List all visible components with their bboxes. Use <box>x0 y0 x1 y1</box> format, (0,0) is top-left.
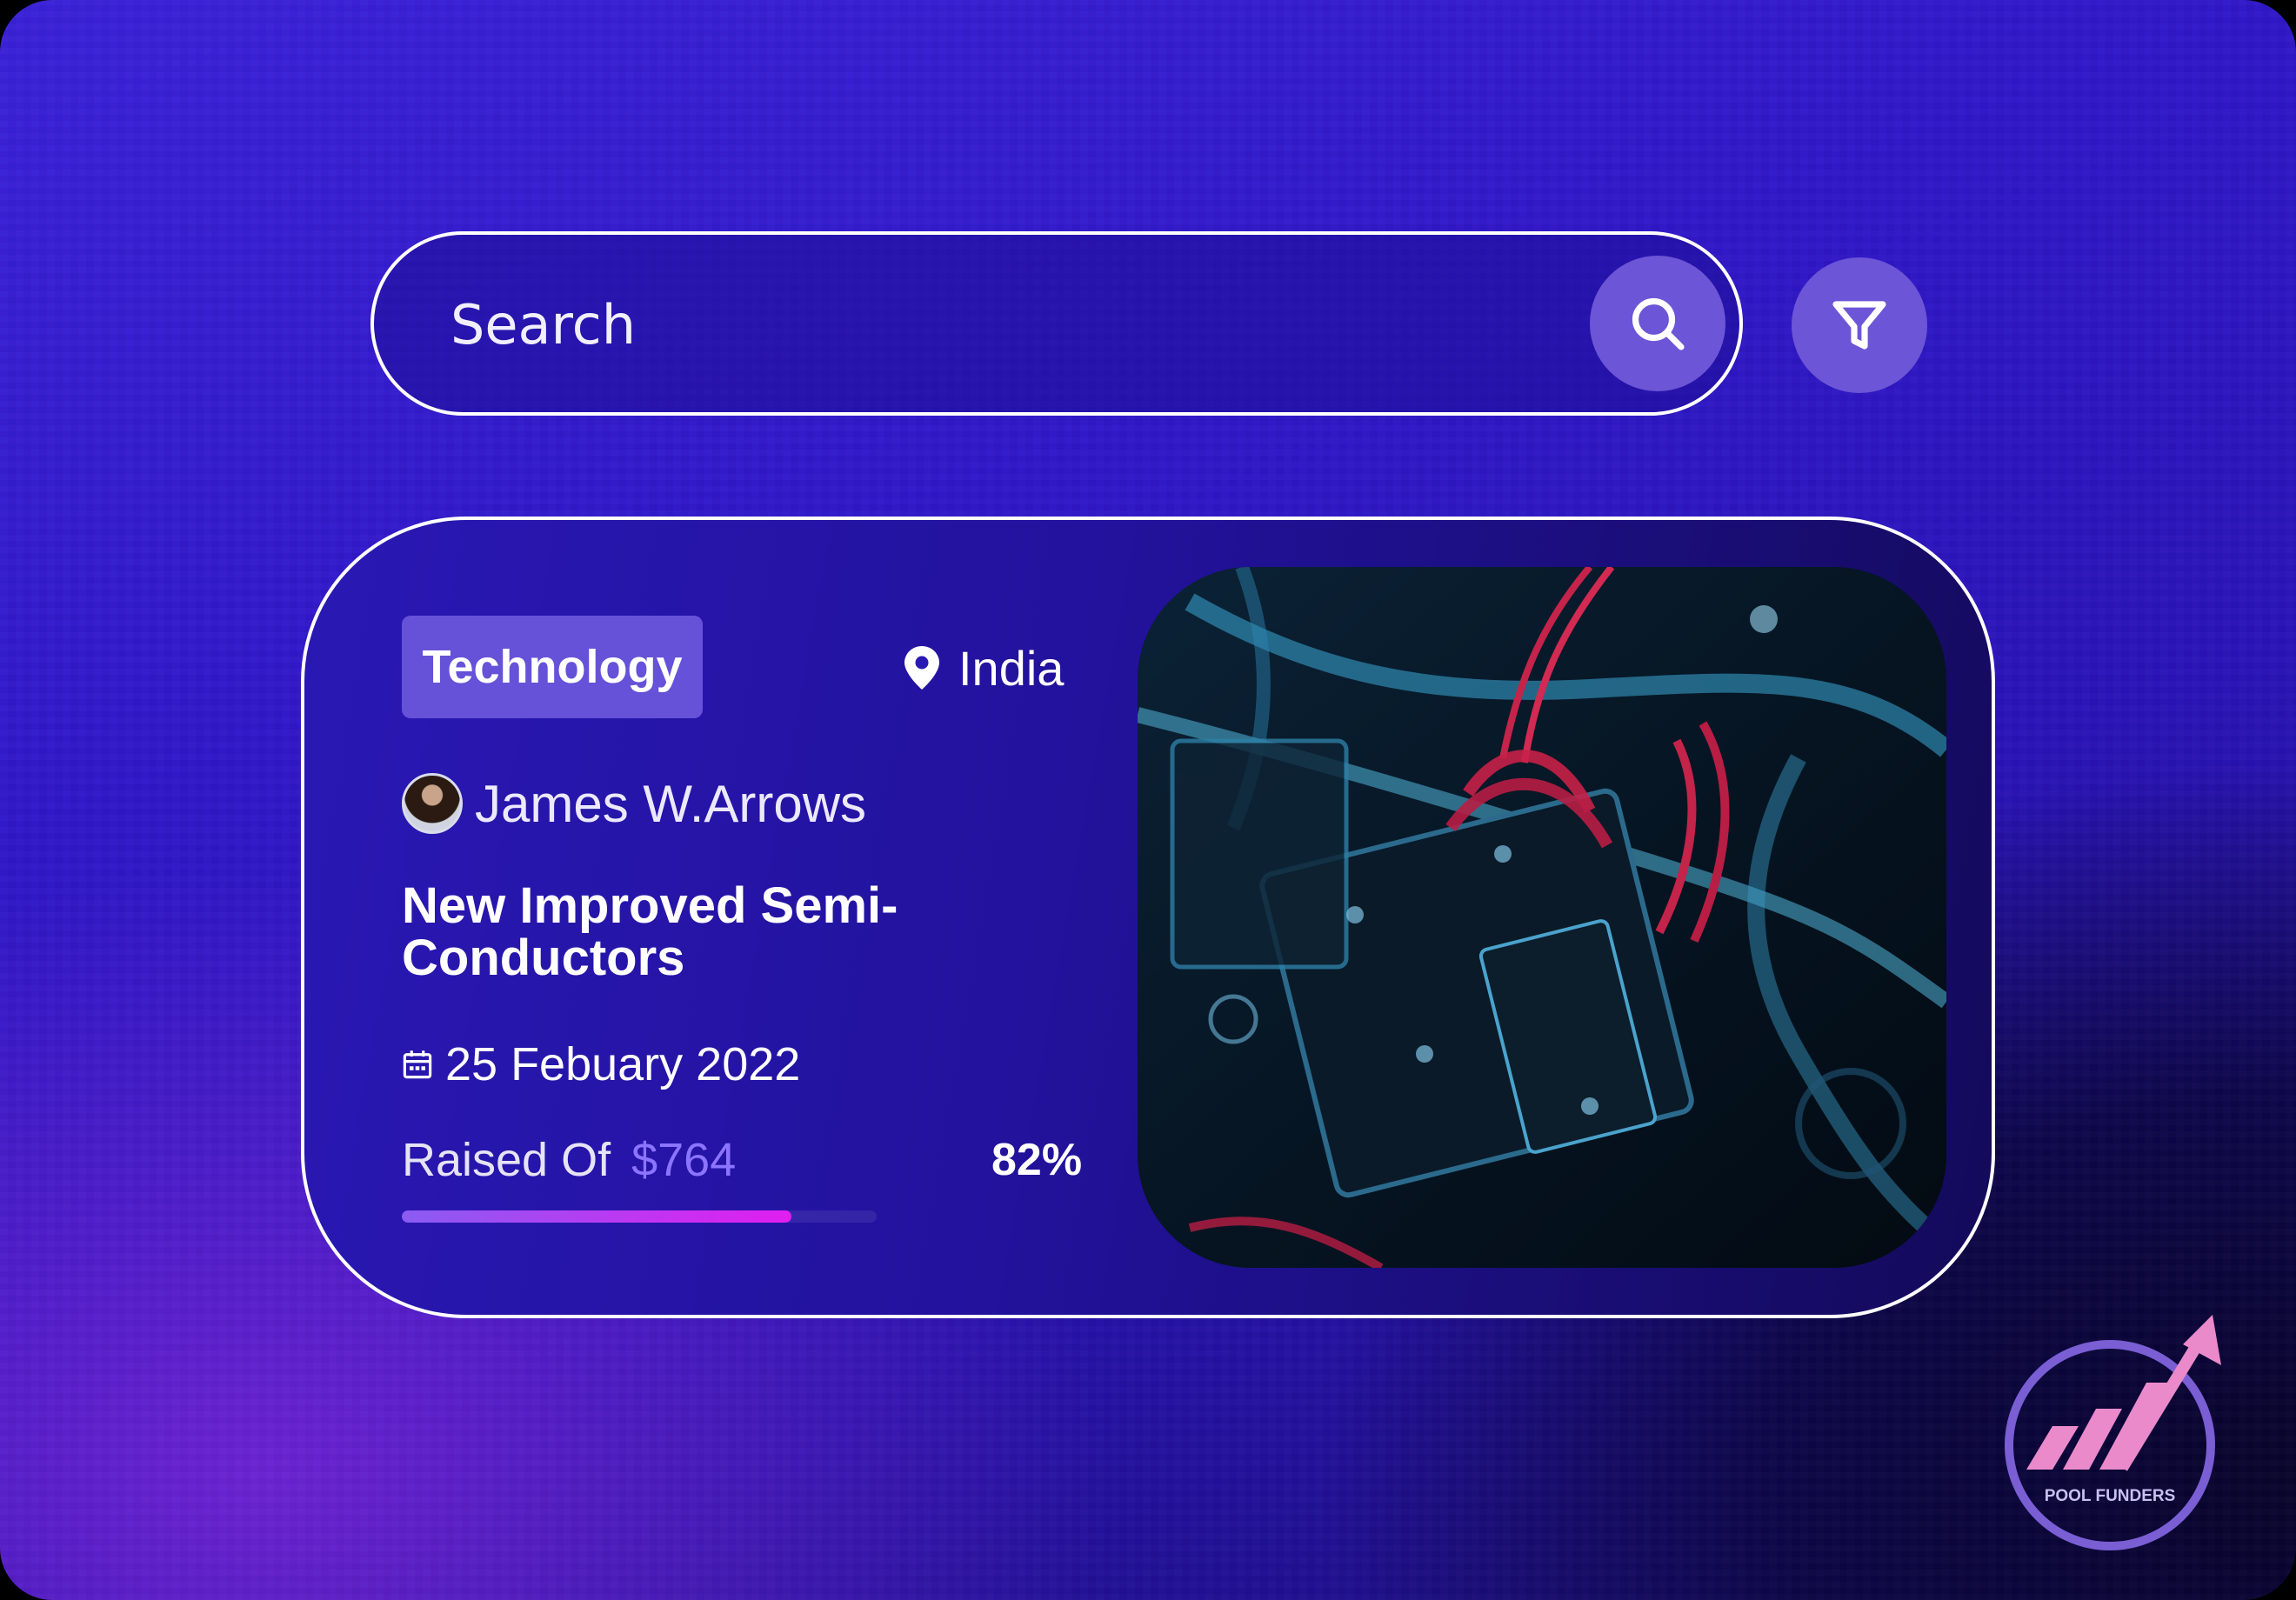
raised-label: Raised Of <box>402 1134 611 1186</box>
date-label: 25 Febuary 2022 <box>445 1038 801 1090</box>
author-name: James W.Arrows <box>475 774 867 833</box>
location-label: India <box>958 640 1065 696</box>
progress-fill <box>402 1210 791 1223</box>
map-pin-icon <box>904 646 939 690</box>
pool-funders-logo: POOL FUNDERS <box>1992 1304 2253 1565</box>
search-button[interactable] <box>1590 256 1725 391</box>
filter-icon <box>1832 301 1886 350</box>
campaign-title[interactable]: New Improved Semi-Conductors <box>402 880 1011 984</box>
campaign-image[interactable] <box>1138 567 1946 1268</box>
circuit-board-image <box>1138 567 1946 1268</box>
search-input[interactable] <box>449 278 1496 370</box>
filter-button[interactable] <box>1792 257 1927 393</box>
search-bar <box>370 231 1743 416</box>
raised-row: Raised Of $764 <box>402 1123 736 1197</box>
date-row: 25 Febuary 2022 <box>402 1028 800 1101</box>
category-badge[interactable]: Technology <box>402 616 703 718</box>
raised-amount: $764 <box>631 1134 737 1186</box>
search-icon <box>1632 297 1685 350</box>
logo-text: POOL FUNDERS <box>2045 1487 2176 1505</box>
author[interactable]: James W.Arrows <box>402 767 866 840</box>
location: India <box>904 631 1064 704</box>
campaign-card[interactable]: Technology India James W.Arrows New Impr… <box>301 517 1995 1318</box>
calendar-icon <box>403 1050 432 1079</box>
funding-percent: 82% <box>991 1135 1083 1185</box>
avatar <box>402 773 463 834</box>
progress-bar <box>402 1210 877 1223</box>
app-background: Technology India James W.Arrows New Impr… <box>0 0 2296 1600</box>
